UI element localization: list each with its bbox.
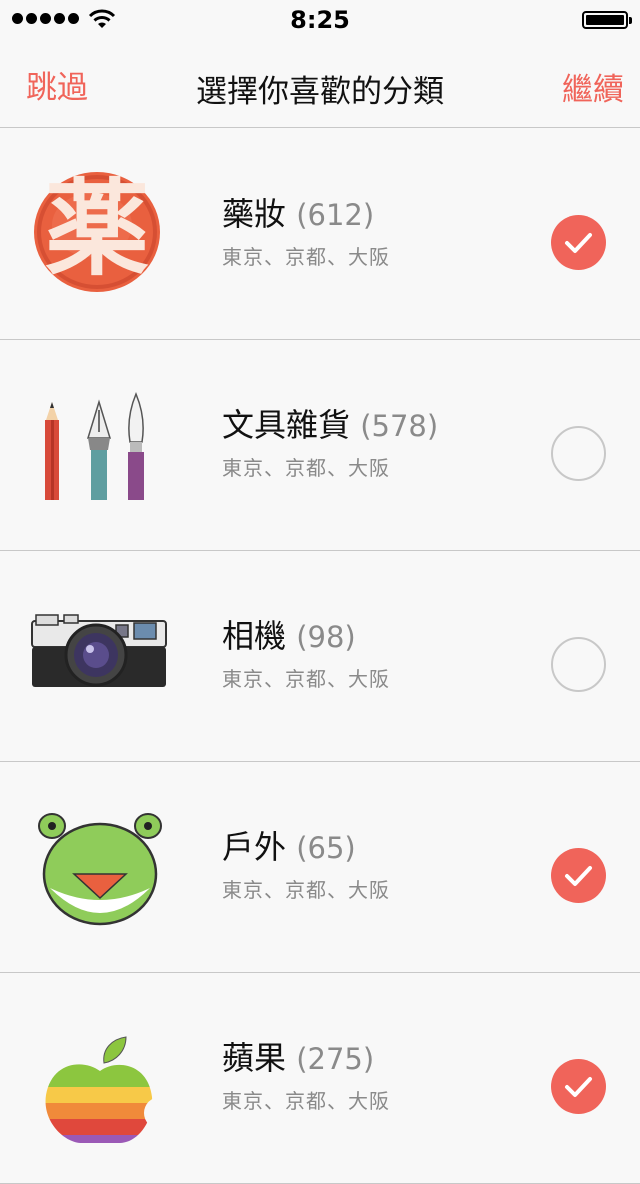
category-row-camera[interactable]: 相機 (98) 東京、京都、大阪 <box>0 551 640 762</box>
status-time: 8:25 <box>290 6 350 34</box>
stationery-icon <box>24 380 172 510</box>
rainbow-apple-icon <box>24 1013 172 1143</box>
unselected-circle-icon[interactable] <box>551 637 606 692</box>
medicine-stamp-icon: 薬 <box>24 169 172 299</box>
svg-text:薬: 薬 <box>45 169 149 290</box>
selected-checkmark-icon[interactable] <box>551 1059 606 1114</box>
category-locations: 東京、京都、大阪 <box>222 1089 390 1113</box>
category-locations: 東京、京都、大阪 <box>222 456 390 480</box>
category-locations: 東京、京都、大阪 <box>222 245 390 269</box>
category-count: (98) <box>296 620 356 654</box>
category-name: 戶外 <box>222 828 287 866</box>
camera-icon <box>24 591 172 721</box>
frog-icon <box>24 802 172 932</box>
continue-button[interactable]: 繼續 <box>562 64 624 109</box>
category-row-stationery[interactable]: 文具雜貨 (578) 東京、京都、大阪 <box>0 340 640 551</box>
category-count: (275) <box>296 1042 375 1076</box>
status-bar: 8:25 <box>0 0 640 40</box>
category-row-cosmetics[interactable]: 薬 藥妝 (612) 東京、京都、大阪 <box>0 129 640 340</box>
category-row-apple[interactable]: 蘋果 (275) 東京、京都、大阪 <box>0 973 640 1184</box>
category-row-outdoor[interactable]: 戶外 (65) 東京、京都、大阪 <box>0 762 640 973</box>
category-name: 蘋果 <box>222 1039 287 1077</box>
navigation-bar: 跳過 選擇你喜歡的分類 繼續 <box>0 40 640 128</box>
category-locations: 東京、京都、大阪 <box>222 667 390 691</box>
category-count: (578) <box>360 409 439 443</box>
selected-checkmark-icon[interactable] <box>551 848 606 903</box>
category-list: 薬 藥妝 (612) 東京、京都、大阪 文具雜貨 (578) 東京、京都、大阪 … <box>0 129 640 1184</box>
category-count: (65) <box>296 831 356 865</box>
battery-icon <box>582 11 632 29</box>
category-name: 相機 <box>222 617 287 655</box>
category-name: 文具雜貨 <box>222 406 351 444</box>
selected-checkmark-icon[interactable] <box>551 215 606 270</box>
unselected-circle-icon[interactable] <box>551 426 606 481</box>
skip-button[interactable]: 跳過 <box>26 62 88 107</box>
page-title: 選擇你喜歡的分類 <box>196 74 444 110</box>
category-name: 藥妝 <box>222 195 287 233</box>
category-locations: 東京、京都、大阪 <box>222 878 390 902</box>
category-count: (612) <box>296 198 375 232</box>
